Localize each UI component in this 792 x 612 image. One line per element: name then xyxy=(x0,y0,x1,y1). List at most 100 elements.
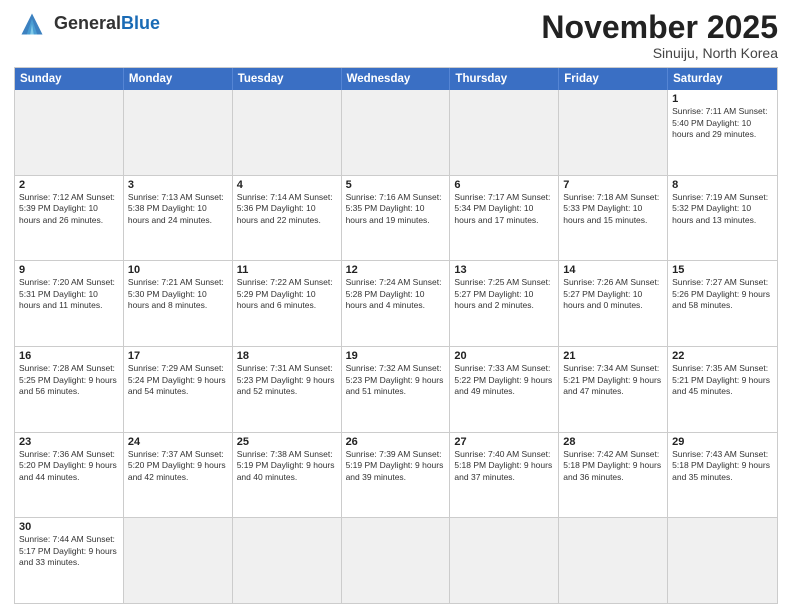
day-info: Sunrise: 7:35 AM Sunset: 5:21 PM Dayligh… xyxy=(672,363,773,397)
calendar-day-23: 23Sunrise: 7:36 AM Sunset: 5:20 PM Dayli… xyxy=(15,433,124,518)
day-number: 26 xyxy=(346,436,446,448)
calendar-day-empty xyxy=(342,90,451,175)
calendar-day-2: 2Sunrise: 7:12 AM Sunset: 5:39 PM Daylig… xyxy=(15,176,124,261)
logo: GeneralBlue xyxy=(14,10,160,38)
day-info: Sunrise: 7:24 AM Sunset: 5:28 PM Dayligh… xyxy=(346,277,446,311)
logo-general: General xyxy=(54,13,121,33)
day-number: 30 xyxy=(19,521,119,533)
day-info: Sunrise: 7:31 AM Sunset: 5:23 PM Dayligh… xyxy=(237,363,337,397)
calendar-day-18: 18Sunrise: 7:31 AM Sunset: 5:23 PM Dayli… xyxy=(233,347,342,432)
day-number: 10 xyxy=(128,264,228,276)
calendar-day-empty xyxy=(559,518,668,603)
day-info: Sunrise: 7:13 AM Sunset: 5:38 PM Dayligh… xyxy=(128,192,228,226)
day-number: 9 xyxy=(19,264,119,276)
calendar-day-empty xyxy=(233,518,342,603)
day-number: 5 xyxy=(346,179,446,191)
day-number: 3 xyxy=(128,179,228,191)
calendar-day-empty xyxy=(124,90,233,175)
day-info: Sunrise: 7:22 AM Sunset: 5:29 PM Dayligh… xyxy=(237,277,337,311)
page: GeneralBlue November 2025 Sinuiju, North… xyxy=(0,0,792,612)
day-number: 14 xyxy=(563,264,663,276)
calendar-day-15: 15Sunrise: 7:27 AM Sunset: 5:26 PM Dayli… xyxy=(668,261,777,346)
title-block: November 2025 Sinuiju, North Korea xyxy=(541,10,778,61)
calendar-day-empty xyxy=(15,90,124,175)
calendar-day-29: 29Sunrise: 7:43 AM Sunset: 5:18 PM Dayli… xyxy=(668,433,777,518)
calendar-week-1: 1Sunrise: 7:11 AM Sunset: 5:40 PM Daylig… xyxy=(15,90,777,175)
day-info: Sunrise: 7:42 AM Sunset: 5:18 PM Dayligh… xyxy=(563,449,663,483)
calendar-day-empty xyxy=(559,90,668,175)
day-number: 12 xyxy=(346,264,446,276)
day-info: Sunrise: 7:16 AM Sunset: 5:35 PM Dayligh… xyxy=(346,192,446,226)
month-title: November 2025 xyxy=(541,10,778,45)
calendar-day-16: 16Sunrise: 7:28 AM Sunset: 5:25 PM Dayli… xyxy=(15,347,124,432)
day-number: 13 xyxy=(454,264,554,276)
calendar-day-6: 6Sunrise: 7:17 AM Sunset: 5:34 PM Daylig… xyxy=(450,176,559,261)
calendar-day-9: 9Sunrise: 7:20 AM Sunset: 5:31 PM Daylig… xyxy=(15,261,124,346)
calendar-day-25: 25Sunrise: 7:38 AM Sunset: 5:19 PM Dayli… xyxy=(233,433,342,518)
header-day-monday: Monday xyxy=(124,68,233,90)
calendar-day-30: 30Sunrise: 7:44 AM Sunset: 5:17 PM Dayli… xyxy=(15,518,124,603)
day-info: Sunrise: 7:29 AM Sunset: 5:24 PM Dayligh… xyxy=(128,363,228,397)
day-info: Sunrise: 7:34 AM Sunset: 5:21 PM Dayligh… xyxy=(563,363,663,397)
calendar-week-5: 23Sunrise: 7:36 AM Sunset: 5:20 PM Dayli… xyxy=(15,432,777,518)
day-number: 11 xyxy=(237,264,337,276)
day-info: Sunrise: 7:32 AM Sunset: 5:23 PM Dayligh… xyxy=(346,363,446,397)
calendar-day-4: 4Sunrise: 7:14 AM Sunset: 5:36 PM Daylig… xyxy=(233,176,342,261)
calendar-day-empty xyxy=(450,90,559,175)
calendar-day-22: 22Sunrise: 7:35 AM Sunset: 5:21 PM Dayli… xyxy=(668,347,777,432)
header: GeneralBlue November 2025 Sinuiju, North… xyxy=(14,10,778,61)
calendar-day-12: 12Sunrise: 7:24 AM Sunset: 5:28 PM Dayli… xyxy=(342,261,451,346)
calendar-day-empty xyxy=(233,90,342,175)
day-info: Sunrise: 7:12 AM Sunset: 5:39 PM Dayligh… xyxy=(19,192,119,226)
day-number: 18 xyxy=(237,350,337,362)
calendar-day-empty xyxy=(450,518,559,603)
day-number: 23 xyxy=(19,436,119,448)
calendar-day-3: 3Sunrise: 7:13 AM Sunset: 5:38 PM Daylig… xyxy=(124,176,233,261)
calendar-day-1: 1Sunrise: 7:11 AM Sunset: 5:40 PM Daylig… xyxy=(668,90,777,175)
calendar-week-2: 2Sunrise: 7:12 AM Sunset: 5:39 PM Daylig… xyxy=(15,175,777,261)
day-number: 6 xyxy=(454,179,554,191)
day-info: Sunrise: 7:44 AM Sunset: 5:17 PM Dayligh… xyxy=(19,534,119,568)
calendar-day-empty xyxy=(342,518,451,603)
day-info: Sunrise: 7:33 AM Sunset: 5:22 PM Dayligh… xyxy=(454,363,554,397)
calendar-day-24: 24Sunrise: 7:37 AM Sunset: 5:20 PM Dayli… xyxy=(124,433,233,518)
header-day-thursday: Thursday xyxy=(450,68,559,90)
day-number: 28 xyxy=(563,436,663,448)
day-info: Sunrise: 7:18 AM Sunset: 5:33 PM Dayligh… xyxy=(563,192,663,226)
day-info: Sunrise: 7:36 AM Sunset: 5:20 PM Dayligh… xyxy=(19,449,119,483)
calendar-day-19: 19Sunrise: 7:32 AM Sunset: 5:23 PM Dayli… xyxy=(342,347,451,432)
calendar-day-14: 14Sunrise: 7:26 AM Sunset: 5:27 PM Dayli… xyxy=(559,261,668,346)
calendar-day-13: 13Sunrise: 7:25 AM Sunset: 5:27 PM Dayli… xyxy=(450,261,559,346)
day-info: Sunrise: 7:27 AM Sunset: 5:26 PM Dayligh… xyxy=(672,277,773,311)
day-number: 24 xyxy=(128,436,228,448)
day-info: Sunrise: 7:11 AM Sunset: 5:40 PM Dayligh… xyxy=(672,106,773,140)
calendar-day-empty xyxy=(668,518,777,603)
day-number: 29 xyxy=(672,436,773,448)
day-number: 7 xyxy=(563,179,663,191)
calendar-week-4: 16Sunrise: 7:28 AM Sunset: 5:25 PM Dayli… xyxy=(15,346,777,432)
day-info: Sunrise: 7:43 AM Sunset: 5:18 PM Dayligh… xyxy=(672,449,773,483)
calendar-body: 1Sunrise: 7:11 AM Sunset: 5:40 PM Daylig… xyxy=(15,90,777,603)
day-info: Sunrise: 7:39 AM Sunset: 5:19 PM Dayligh… xyxy=(346,449,446,483)
header-day-sunday: Sunday xyxy=(15,68,124,90)
day-number: 15 xyxy=(672,264,773,276)
calendar-day-10: 10Sunrise: 7:21 AM Sunset: 5:30 PM Dayli… xyxy=(124,261,233,346)
day-info: Sunrise: 7:28 AM Sunset: 5:25 PM Dayligh… xyxy=(19,363,119,397)
calendar-day-7: 7Sunrise: 7:18 AM Sunset: 5:33 PM Daylig… xyxy=(559,176,668,261)
day-info: Sunrise: 7:37 AM Sunset: 5:20 PM Dayligh… xyxy=(128,449,228,483)
day-info: Sunrise: 7:20 AM Sunset: 5:31 PM Dayligh… xyxy=(19,277,119,311)
calendar-day-28: 28Sunrise: 7:42 AM Sunset: 5:18 PM Dayli… xyxy=(559,433,668,518)
calendar-day-20: 20Sunrise: 7:33 AM Sunset: 5:22 PM Dayli… xyxy=(450,347,559,432)
day-number: 1 xyxy=(672,93,773,105)
header-day-saturday: Saturday xyxy=(668,68,777,90)
day-number: 2 xyxy=(19,179,119,191)
day-number: 20 xyxy=(454,350,554,362)
logo-text: GeneralBlue xyxy=(54,14,160,34)
calendar-day-11: 11Sunrise: 7:22 AM Sunset: 5:29 PM Dayli… xyxy=(233,261,342,346)
header-day-wednesday: Wednesday xyxy=(342,68,451,90)
calendar-day-17: 17Sunrise: 7:29 AM Sunset: 5:24 PM Dayli… xyxy=(124,347,233,432)
day-info: Sunrise: 7:26 AM Sunset: 5:27 PM Dayligh… xyxy=(563,277,663,311)
day-info: Sunrise: 7:14 AM Sunset: 5:36 PM Dayligh… xyxy=(237,192,337,226)
day-info: Sunrise: 7:40 AM Sunset: 5:18 PM Dayligh… xyxy=(454,449,554,483)
logo-blue: Blue xyxy=(121,13,160,33)
